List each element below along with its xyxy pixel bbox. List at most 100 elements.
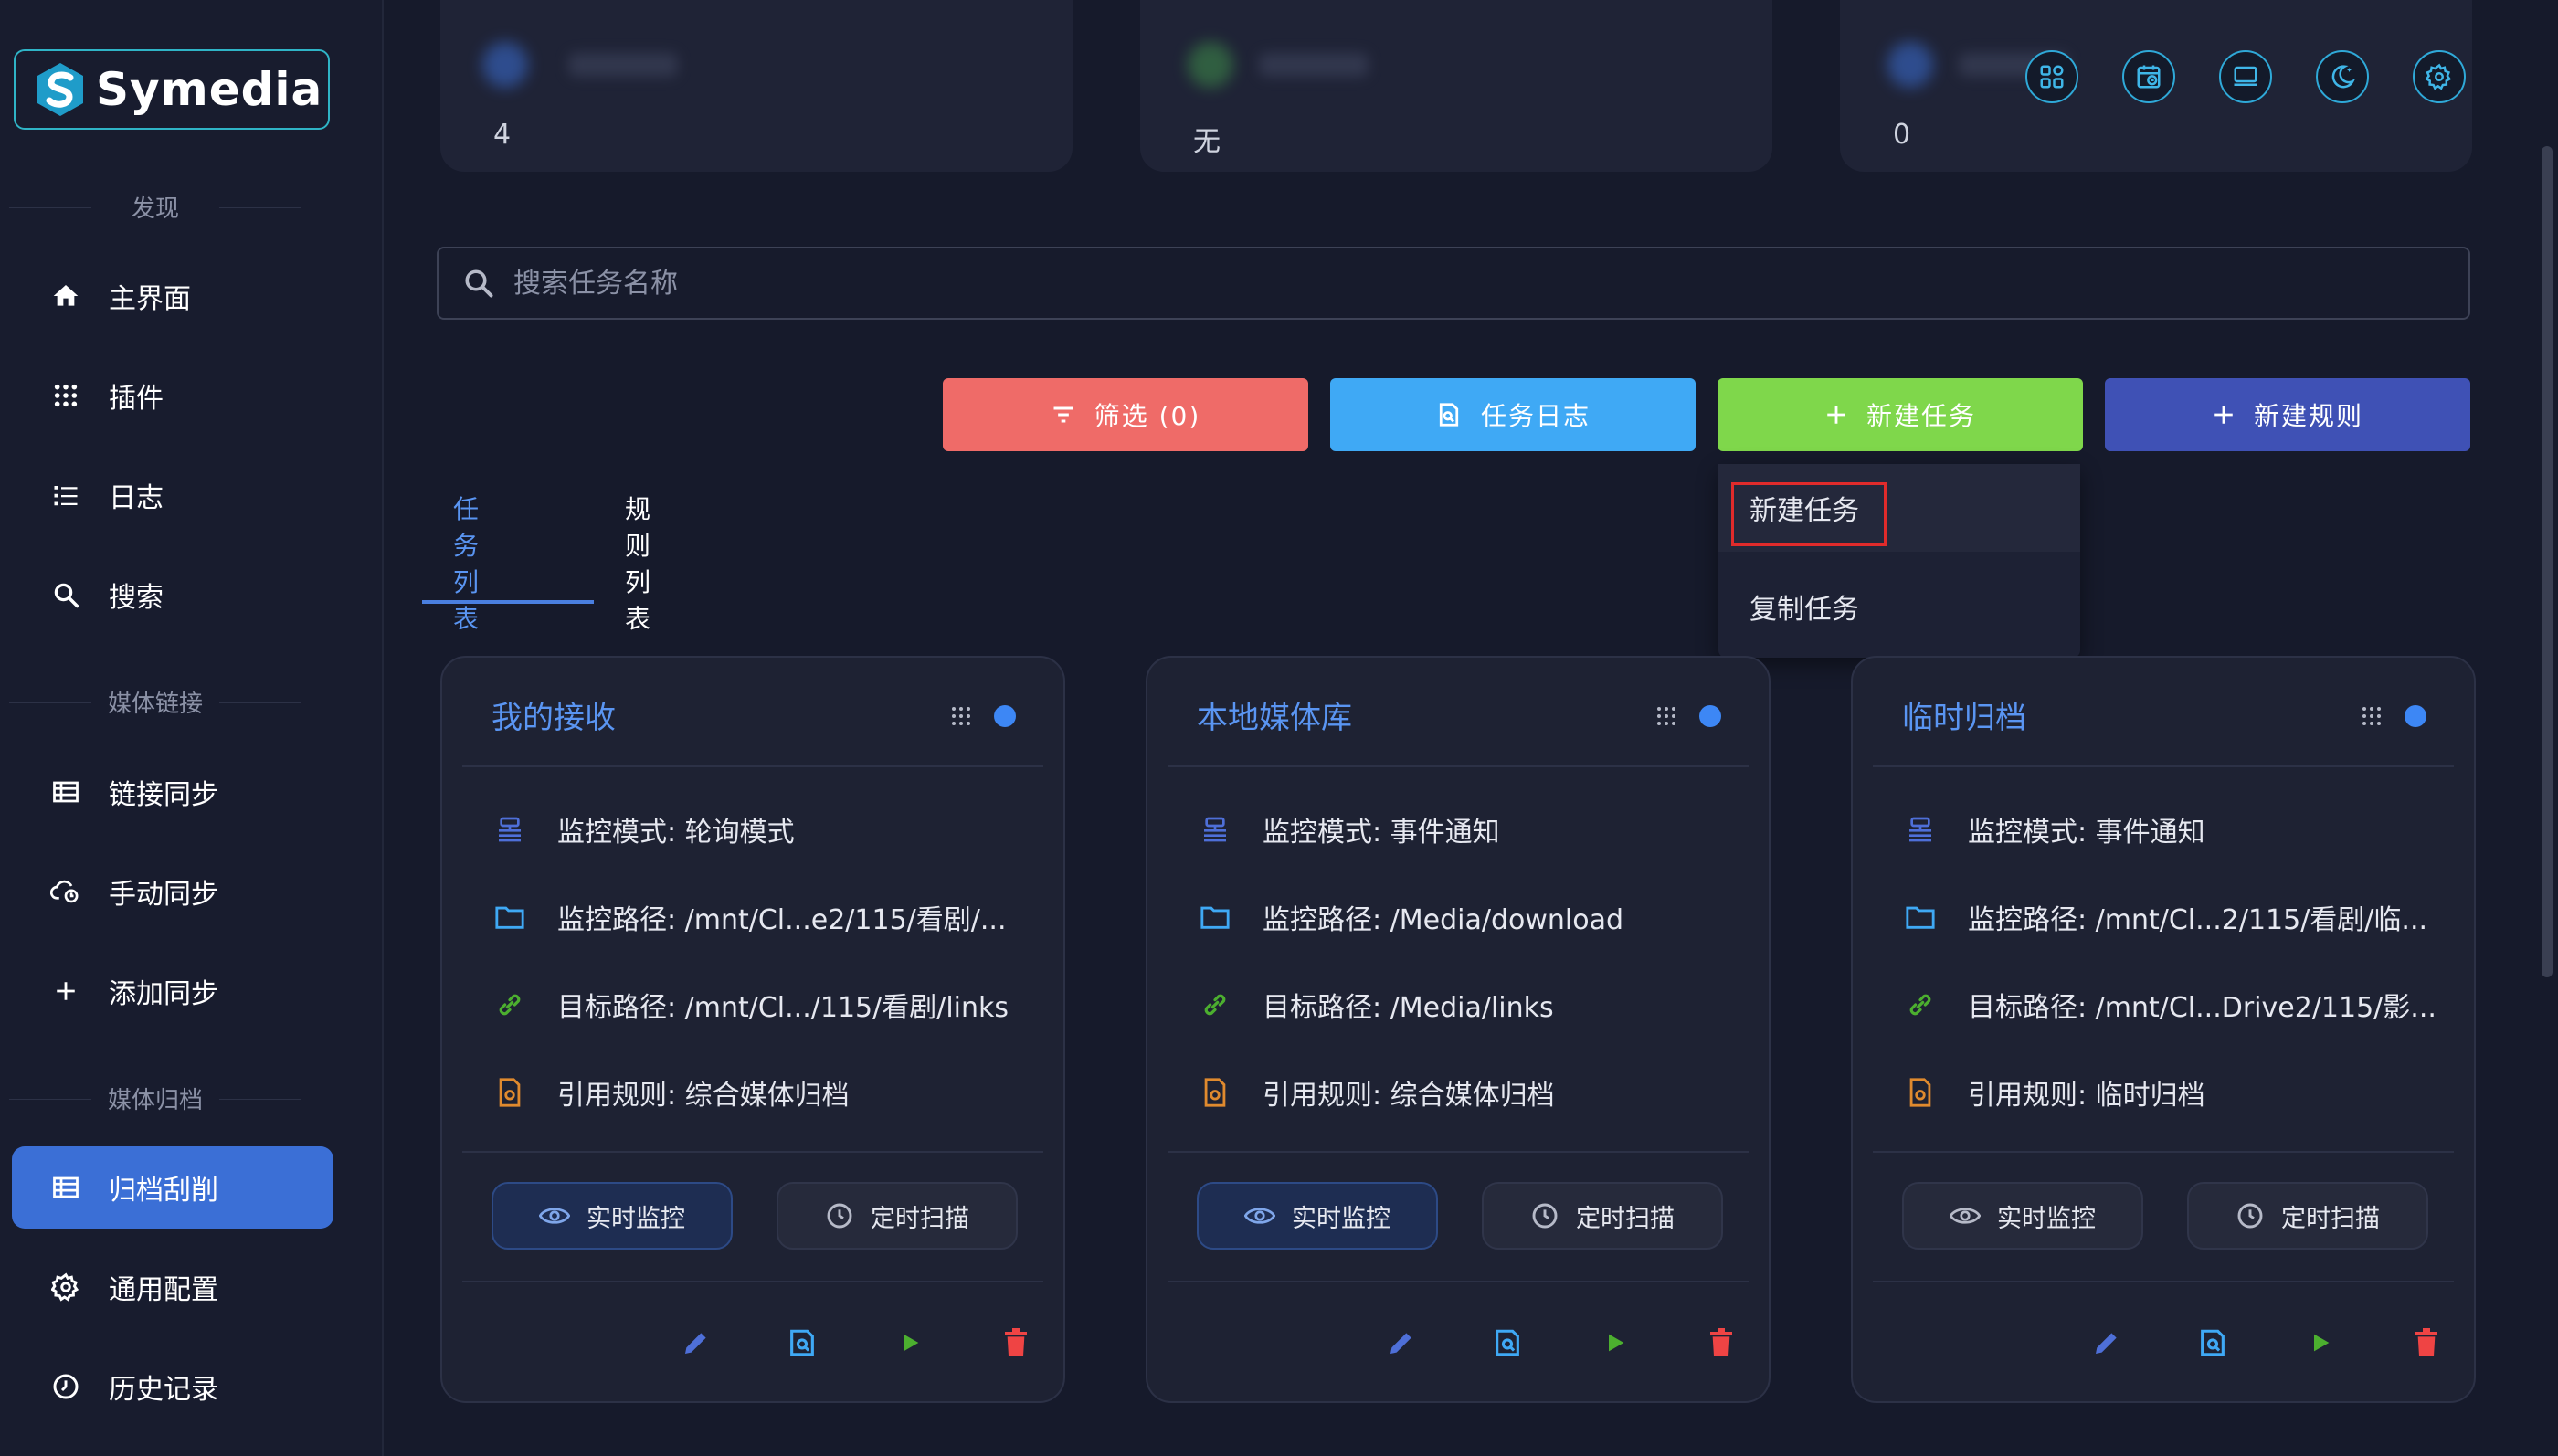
new-task-menu: 新建任务 复制任务	[1718, 464, 2080, 658]
new-rule-label: 新建规则	[2253, 401, 2363, 431]
tab-label: 任务列表	[453, 494, 480, 634]
target-path-row: 目标路径: /mnt/Cl...Drive2/115/影...	[1902, 986, 2436, 1024]
edit-icon[interactable]	[678, 1324, 714, 1361]
sidebar-item-home[interactable]: 主界面	[12, 255, 333, 337]
play-icon[interactable]	[2302, 1324, 2339, 1361]
status-dot	[994, 705, 1016, 727]
rule-file-icon	[1902, 1074, 1939, 1111]
sidebar-item-label: 链接同步	[109, 779, 218, 811]
status-dot	[1699, 705, 1721, 727]
rule-file-icon	[492, 1074, 528, 1111]
realtime-monitor-toggle[interactable]: 实时监控	[1197, 1182, 1438, 1250]
theme-toggle-button[interactable]	[2316, 50, 2369, 103]
drag-handle-icon[interactable]	[2361, 705, 2383, 731]
scheduled-label: 定时扫描	[1576, 1204, 1675, 1233]
edit-icon[interactable]	[1383, 1324, 1420, 1361]
stat-value: 0	[1893, 119, 1911, 151]
play-icon[interactable]	[892, 1324, 928, 1361]
new-rule-button[interactable]: 新建规则	[2105, 378, 2470, 451]
play-icon[interactable]	[1597, 1324, 1633, 1361]
sidebar-item-label: 归档刮削	[109, 1175, 218, 1207]
sidebar-item-label: 历史记录	[109, 1374, 218, 1406]
gear-icon	[50, 1271, 81, 1303]
sidebar-item-general-config[interactable]: 通用配置	[12, 1246, 333, 1328]
monitor-icon	[2234, 66, 2257, 86]
sidebar-item-label: 添加同步	[109, 978, 218, 1010]
plus-icon	[1824, 403, 1848, 427]
stat-card-tasks: 4	[440, 0, 1073, 172]
scheduled-scan-toggle[interactable]: 定时扫描	[777, 1182, 1018, 1250]
filter-button[interactable]: 筛选 (0)	[943, 378, 1308, 451]
page-scrollbar[interactable]	[2542, 146, 2553, 977]
sidebar: Symedia 发现 主界面 插件 日志 搜索 媒体链接 链接同步 手动同步 添…	[0, 0, 384, 1456]
eye-icon	[539, 1205, 570, 1227]
new-task-button[interactable]: 新建任务	[1718, 378, 2083, 451]
scheduled-label: 定时扫描	[2281, 1204, 2380, 1233]
search-input[interactable]	[512, 266, 2342, 301]
active-tab-indicator	[422, 600, 594, 604]
sidebar-item-history[interactable]: 历史记录	[12, 1345, 333, 1428]
realtime-label: 实时监控	[1292, 1204, 1390, 1233]
section-media-link: 媒体链接	[0, 685, 311, 719]
scheduled-scan-toggle[interactable]: 定时扫描	[2187, 1182, 2428, 1250]
edit-icon[interactable]	[2088, 1324, 2125, 1361]
task-card: 本地媒体库 监控模式: 事件通知 监控路径: /Media/download 目…	[1146, 656, 1771, 1403]
brand-logo[interactable]: Symedia	[14, 49, 330, 130]
calendar-clock-icon	[2137, 65, 2161, 89]
monitor-path-row: 监控路径: /mnt/Cl...2/115/看剧/临...	[1902, 899, 2427, 936]
realtime-monitor-toggle[interactable]: 实时监控	[492, 1182, 733, 1250]
sidebar-item-archive-scrape[interactable]: 归档刮削	[12, 1146, 333, 1229]
monitor-mode-row: 监控模式: 轮询模式	[492, 811, 795, 849]
delete-icon[interactable]	[2408, 1324, 2445, 1361]
sidebar-item-search[interactable]: 搜索	[12, 554, 333, 636]
log-search-icon[interactable]	[2194, 1324, 2231, 1361]
monitor-mode-row: 监控模式: 事件通知	[1197, 811, 1500, 849]
tab-label: 规则列表	[625, 494, 651, 634]
tab-rule-list[interactable]: 规则列表	[625, 494, 650, 634]
eye-icon	[1950, 1205, 1981, 1227]
sidebar-item-manual-sync[interactable]: 手动同步	[12, 850, 333, 933]
log-search-icon[interactable]	[1489, 1324, 1526, 1361]
realtime-monitor-toggle[interactable]: 实时监控	[1902, 1182, 2143, 1250]
sidebar-item-label: 通用配置	[109, 1274, 218, 1306]
monitor-mode-text: 监控模式: 事件通知	[1968, 817, 2205, 849]
rule-row: 引用规则: 临时归档	[1902, 1074, 2205, 1112]
log-search-icon[interactable]	[784, 1324, 820, 1361]
drag-handle-icon[interactable]	[950, 705, 972, 731]
target-path-text: 目标路径: /Media/links	[1263, 992, 1554, 1024]
rule-file-icon	[1197, 1074, 1233, 1111]
sidebar-item-plugins[interactable]: 插件	[12, 354, 333, 437]
task-log-button[interactable]: 任务日志	[1330, 378, 1696, 451]
menu-item-copy-task[interactable]: 复制任务	[1718, 563, 2080, 650]
monitor-button[interactable]	[2219, 50, 2272, 103]
rule-row: 引用规则: 综合媒体归档	[1197, 1074, 1555, 1112]
tab-task-list[interactable]: 任务列表	[453, 494, 479, 634]
scheduled-scan-toggle[interactable]: 定时扫描	[1482, 1182, 1723, 1250]
folder-icon	[1197, 899, 1233, 935]
sidebar-item-label: 插件	[109, 383, 164, 415]
rule-text: 引用规则: 临时归档	[1968, 1080, 2205, 1112]
delete-icon[interactable]	[1703, 1324, 1739, 1361]
drag-handle-icon[interactable]	[1655, 705, 1677, 731]
delete-icon[interactable]	[998, 1324, 1034, 1361]
stat-value: 无	[1193, 126, 1221, 158]
calendar-button[interactable]	[2122, 50, 2175, 103]
table-icon	[50, 1172, 81, 1203]
task-search	[437, 247, 2470, 320]
log-search-icon	[1435, 401, 1463, 428]
history-icon	[50, 1371, 81, 1402]
widgets-button[interactable]	[2025, 50, 2078, 103]
sidebar-item-link-sync[interactable]: 链接同步	[12, 751, 333, 833]
target-path-row: 目标路径: /mnt/Cl.../115/看剧/links	[492, 986, 1009, 1024]
rule-text: 引用规则: 综合媒体归档	[557, 1080, 850, 1112]
sidebar-item-logs[interactable]: 日志	[12, 454, 333, 536]
monitor-mode-row: 监控模式: 事件通知	[1902, 811, 2205, 849]
theme-moon-icon	[2331, 65, 2356, 89]
settings-button[interactable]	[2413, 50, 2466, 103]
sidebar-item-add-sync[interactable]: 添加同步	[12, 950, 333, 1032]
monitor-path-text: 监控路径: /Media/download	[1263, 904, 1624, 936]
cloud-sync-icon	[50, 876, 81, 907]
search-icon	[465, 269, 493, 298]
list-icon	[50, 480, 81, 511]
monitor-mode-icon	[1902, 811, 1939, 848]
